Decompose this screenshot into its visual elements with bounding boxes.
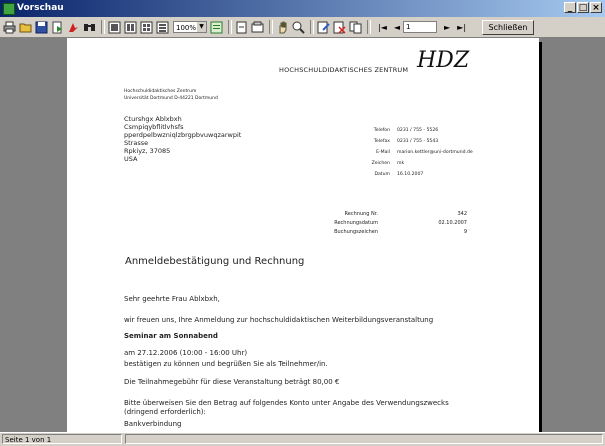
seminar-title: Seminar am Sonnabend <box>124 332 218 340</box>
document-page: HOCHSCHULDIDAKTISCHES ZENTRUM HDZ Hochsc… <box>67 38 539 432</box>
edit-page-icon[interactable] <box>317 21 330 34</box>
recipient-line: Cturshgx Ablxbxh <box>124 115 182 123</box>
hand-tool-icon[interactable] <box>276 21 289 34</box>
info-label: Zeichen <box>371 161 390 166</box>
close-window-button[interactable]: × <box>590 2 602 13</box>
ref-value: 9 <box>463 229 467 235</box>
recipient-line: Strasse <box>124 139 149 147</box>
page-status: Seite 1 von 1 <box>2 434 122 444</box>
save-icon[interactable] <box>35 21 48 34</box>
export-icon[interactable] <box>51 21 64 34</box>
toolbar-separator <box>101 20 105 34</box>
seminar-date: am 27.12.2006 (10:00 - 16:00 Uhr) <box>124 349 248 357</box>
info-label: Telefax <box>373 139 390 144</box>
last-page-button[interactable]: ►| <box>457 23 466 32</box>
two-pages-icon[interactable] <box>124 21 137 34</box>
org-header: HOCHSCHULDIDAKTISCHES ZENTRUM <box>279 66 409 74</box>
recipient-line: USA <box>124 155 138 163</box>
prev-page-button[interactable]: ◄ <box>394 23 400 32</box>
salutation: Sehr geehrte Frau Ablxbxh, <box>124 295 220 303</box>
fit-page-icon[interactable] <box>210 21 223 34</box>
status-bar: Seite 1 von 1 <box>0 432 605 446</box>
page-setup-icon[interactable] <box>251 21 264 34</box>
zoom-select[interactable]: 100% ▼ <box>173 21 207 33</box>
zoom-icon[interactable] <box>292 21 305 34</box>
hdz-logo: HDZ <box>417 48 470 73</box>
recipient-line: pperdpelbwzniqlzbrgpbvuwqzarwpit <box>124 131 242 139</box>
close-preview-button[interactable]: Schließen <box>482 19 535 35</box>
info-label: Telefon <box>373 128 390 133</box>
ref-label: Buchungszeichen <box>334 229 378 235</box>
ref-label: Rechnungsdatum <box>334 220 378 226</box>
ref-value: 342 <box>457 211 467 217</box>
intro-text: wir freuen uns, Ihre Anmeldung zur hochs… <box>124 316 434 324</box>
ref-label: Rechnung Nr. <box>344 211 378 217</box>
single-page-icon[interactable] <box>108 21 121 34</box>
first-page-button[interactable]: |◄ <box>378 23 387 32</box>
page-shadow <box>539 42 542 432</box>
bank-label: Bankverbindung <box>124 420 182 428</box>
app-icon <box>3 3 15 15</box>
info-label: Datum <box>374 172 390 177</box>
copy-page-icon[interactable] <box>349 21 362 34</box>
window-title: Vorschau <box>17 3 64 13</box>
preview-window: Vorschau _ □ × 100% ▼ |◄ ◄ 1 ► ►| Schlie… <box>0 0 605 446</box>
confirm-text: bestätigen zu können und begrüßen Sie al… <box>124 360 328 368</box>
info-label: E-Mail <box>376 150 390 155</box>
maximize-button[interactable]: □ <box>577 2 589 13</box>
toolbar-separator <box>228 20 232 34</box>
chevron-down-icon[interactable]: ▼ <box>197 22 206 32</box>
info-value: 0231 / 755 - 5543 <box>397 139 439 144</box>
transfer-text-1: Bitte überweisen Sie den Betrag auf folg… <box>124 399 449 407</box>
pdf-icon[interactable] <box>67 21 80 34</box>
title-bar: Vorschau _ □ × <box>0 0 605 17</box>
toolbar: 100% ▼ |◄ ◄ 1 ► ►| Schließen <box>0 17 605 38</box>
info-value: 0231 / 755 - 5526 <box>397 128 439 133</box>
sender-line-1: Hochschuldidaktisches Zentrum <box>124 89 197 94</box>
multi-pages-icon[interactable] <box>156 21 169 34</box>
delete-page-icon[interactable] <box>333 21 346 34</box>
sender-line-2: Universität Dortmund D-44221 Dortmund <box>124 96 218 101</box>
next-page-button[interactable]: ► <box>444 23 450 32</box>
print-icon[interactable] <box>3 21 16 34</box>
info-value: 16.10.2007 <box>397 172 424 177</box>
info-value: mk <box>397 161 405 166</box>
zoom-value: 100% <box>176 24 197 32</box>
recipient-line: Csmpiqybflitlvhsfs <box>124 123 184 131</box>
minimize-button[interactable]: _ <box>564 2 576 13</box>
open-folder-icon[interactable] <box>19 21 32 34</box>
document-heading: Anmeldebestätigung und Rechnung <box>125 256 305 267</box>
info-value: marion.kettler@uni-dortmund.de <box>397 150 473 155</box>
find-icon[interactable] <box>83 21 96 34</box>
status-panel <box>125 434 603 444</box>
ref-value: 02.10.2007 <box>438 220 467 226</box>
four-pages-icon[interactable] <box>140 21 153 34</box>
toolbar-separator <box>310 20 314 34</box>
recipient-line: Rpkiyz, 37085 <box>124 147 171 155</box>
fee-text: Die Teilnahmegebühr für diese Veranstalt… <box>124 378 340 386</box>
toolbar-separator <box>269 20 273 34</box>
transfer-text-2: (dringend erforderlich): <box>124 408 206 416</box>
toolbar-separator <box>367 20 371 34</box>
preview-area[interactable]: HOCHSCHULDIDAKTISCHES ZENTRUM HDZ Hochsc… <box>0 38 605 432</box>
page-number-input[interactable]: 1 <box>403 21 438 33</box>
page-width-icon[interactable] <box>235 21 248 34</box>
